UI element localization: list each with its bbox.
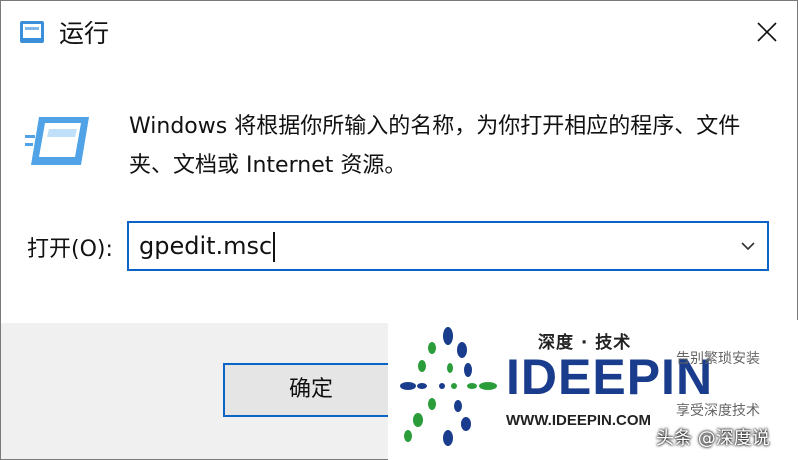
- open-input-value: gpedit.msc: [139, 232, 273, 260]
- text-caret: [273, 232, 276, 262]
- close-button[interactable]: [736, 1, 798, 63]
- dialog-content: Windows 将根据你所输入的名称，为你打开相应的程序、文件夹、文档或 Int…: [1, 63, 797, 323]
- description-text: Windows 将根据你所输入的名称，为你打开相应的程序、文件夹、文档或 Int…: [129, 114, 741, 178]
- close-icon: [757, 22, 777, 42]
- open-input[interactable]: gpedit.msc: [139, 223, 276, 269]
- watermark-url: WWW.IDEEPIN.COM: [506, 412, 651, 429]
- window-title: 运行: [59, 19, 110, 48]
- ideepin-logo-icon: [400, 327, 497, 446]
- open-combobox[interactable]: gpedit.msc: [127, 221, 769, 271]
- ok-button[interactable]: 确定: [223, 363, 399, 417]
- run-app-icon: [17, 19, 47, 45]
- watermark-overlay: 深度 · 技术 IDEEPIN WWW.IDEEPIN.COM 告别繁琐安装 享…: [388, 320, 798, 460]
- watermark-slogan-1: 告别繁琐安装: [676, 351, 760, 367]
- watermark-slogan-2: 享受深度技术: [676, 403, 760, 419]
- run-large-icon: [25, 115, 91, 167]
- title-bar: 运行: [1, 1, 797, 63]
- open-label: 打开(O):: [27, 237, 113, 262]
- watermark-credit: 头条 @深度说: [656, 428, 770, 449]
- chevron-down-icon[interactable]: [739, 237, 757, 255]
